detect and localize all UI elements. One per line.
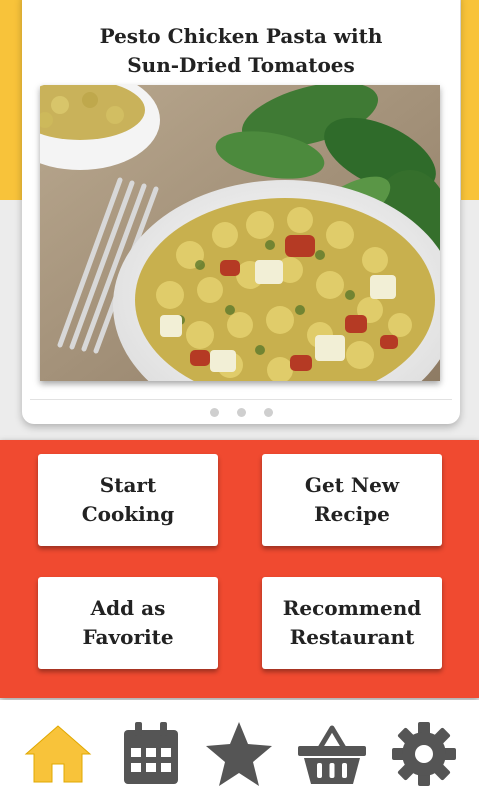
header-accent-left bbox=[0, 0, 22, 200]
bottom-nav bbox=[0, 700, 479, 800]
header-accent-right bbox=[461, 0, 479, 200]
get-new-recipe-label-1: Get New bbox=[304, 473, 400, 497]
recipe-title-line1: Pesto Chicken Pasta with bbox=[99, 24, 383, 48]
carousel-dot[interactable] bbox=[236, 408, 246, 417]
recipe-title-line2: Sun-Dried Tomatoes bbox=[127, 53, 355, 77]
add-favorite-label-2: Favorite bbox=[82, 625, 174, 649]
card-divider bbox=[30, 399, 452, 400]
basket-icon bbox=[298, 725, 366, 784]
nav-home[interactable] bbox=[22, 720, 94, 788]
star-icon bbox=[206, 722, 272, 786]
get-new-recipe-label-2: Recipe bbox=[314, 502, 390, 526]
carousel-dot[interactable] bbox=[263, 408, 273, 417]
recipe-title: Pesto Chicken Pasta with Sun-Dried Tomat… bbox=[22, 22, 460, 80]
gear-icon bbox=[392, 722, 456, 786]
pasta-dish-image bbox=[40, 85, 440, 381]
nav-settings[interactable] bbox=[388, 720, 460, 788]
recommend-restaurant-label-1: Recommend bbox=[282, 596, 422, 620]
calendar-icon bbox=[124, 722, 178, 784]
add-favorite-button[interactable]: Add as Favorite bbox=[38, 577, 218, 669]
nav-calendar[interactable] bbox=[115, 720, 187, 788]
recommend-restaurant-label-2: Restaurant bbox=[289, 625, 415, 649]
nav-basket[interactable] bbox=[296, 720, 368, 788]
add-favorite-label-1: Add as bbox=[90, 596, 166, 620]
start-cooking-label-2: Cooking bbox=[81, 502, 175, 526]
recipe-card[interactable]: Pesto Chicken Pasta with Sun-Dried Tomat… bbox=[22, 0, 460, 424]
get-new-recipe-button[interactable]: Get New Recipe bbox=[262, 454, 442, 546]
recipe-photo[interactable] bbox=[40, 85, 440, 381]
start-cooking-button[interactable]: Start Cooking bbox=[38, 454, 218, 546]
carousel-dot[interactable] bbox=[209, 408, 219, 417]
actions-panel: Start Cooking Get New Recipe Add as Favo… bbox=[0, 440, 479, 698]
start-cooking-label-1: Start bbox=[99, 473, 157, 497]
recommend-restaurant-button[interactable]: Recommend Restaurant bbox=[262, 577, 442, 669]
carousel-indicator[interactable] bbox=[22, 408, 460, 417]
nav-favorites[interactable] bbox=[203, 720, 275, 788]
home-icon bbox=[24, 725, 92, 783]
